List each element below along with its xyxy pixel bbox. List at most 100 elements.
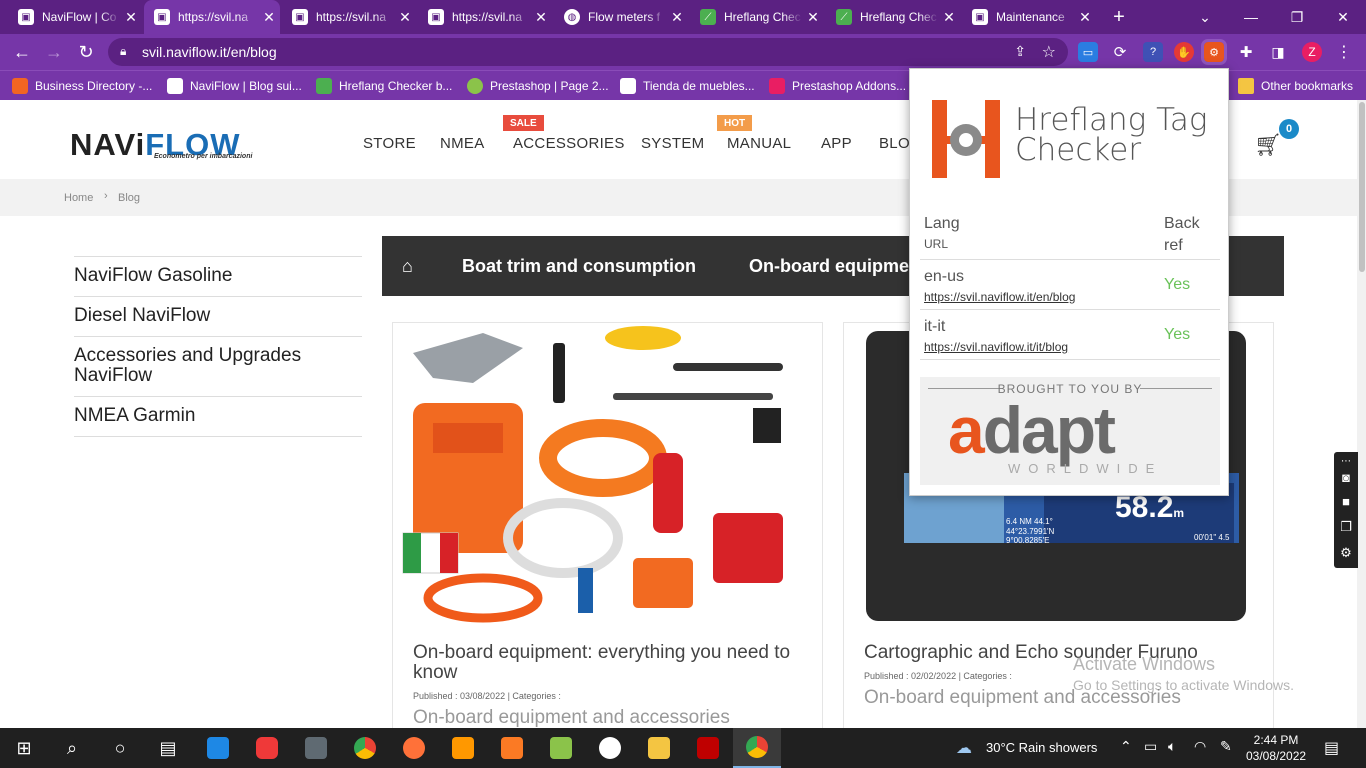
- restore-button[interactable]: ❐: [1274, 0, 1320, 34]
- tab-strip: ▣ NaviFlow | Co ✕ ▣ https://svil.na ✕ ▣ …: [0, 0, 1366, 34]
- col-backref: Back ref: [1164, 215, 1200, 254]
- search-icon[interactable]: ⌕: [48, 728, 96, 768]
- xampp-icon[interactable]: [488, 728, 536, 768]
- tab-svil-3[interactable]: ▣ https://svil.na ✕: [418, 0, 552, 34]
- other-bookmarks[interactable]: Other bookmarks: [1238, 76, 1353, 96]
- post-title[interactable]: On-board equipment: everything you need …: [413, 643, 813, 683]
- tab-flow-meters[interactable]: ◍ Flow meters f ✕: [554, 0, 688, 34]
- reload-button[interactable]: ↻: [74, 40, 98, 64]
- weather-status[interactable]: 30°C Rain showers: [986, 740, 1097, 755]
- bookmark-business-directory[interactable]: Business Directory -...: [12, 76, 152, 96]
- adapt-banner[interactable]: BROUGHT TO YOU BY adapt WORLDWIDE: [920, 377, 1220, 485]
- file-explorer-icon[interactable]: [635, 728, 683, 768]
- system-clock[interactable]: 2:44 PM 03/08/2022: [1246, 732, 1306, 764]
- row-url-link[interactable]: https://svil.naviflow.it/en/blog: [924, 290, 1075, 304]
- notepad-plus-icon[interactable]: [537, 728, 585, 768]
- tab-svil-2[interactable]: ▣ https://svil.na ✕: [282, 0, 416, 34]
- chevron-right-icon: ›: [104, 190, 108, 202]
- bookmark-prestashop-addons[interactable]: Prestashop Addons...: [769, 76, 906, 96]
- home-icon[interactable]: ⌂: [402, 256, 413, 277]
- close-icon[interactable]: ✕: [120, 9, 142, 26]
- windows-icon[interactable]: ❐: [1337, 518, 1355, 536]
- camera-icon[interactable]: ◙: [1337, 468, 1355, 486]
- calculator-icon[interactable]: [292, 728, 340, 768]
- scrollbar-thumb[interactable]: [1359, 102, 1365, 272]
- menu-store[interactable]: STORE: [363, 135, 416, 152]
- bookmark-star-icon[interactable]: ☆: [1042, 42, 1056, 62]
- wifi-icon[interactable]: ◠: [1194, 738, 1206, 755]
- vivaldi-icon[interactable]: [243, 728, 291, 768]
- tab-maintenance[interactable]: ▣ Maintenance ✕: [962, 0, 1096, 34]
- pen-icon[interactable]: ✎: [1220, 738, 1232, 755]
- forward-button[interactable]: →: [42, 40, 66, 64]
- sidebar-item-nmea-garmin[interactable]: NMEA Garmin: [74, 396, 362, 437]
- gear-icon[interactable]: ⚙: [1337, 544, 1355, 562]
- row-url-link[interactable]: https://svil.naviflow.it/it/blog: [924, 340, 1068, 354]
- share-icon[interactable]: ⇪: [1014, 43, 1026, 60]
- menu-blog[interactable]: BLO: [879, 135, 910, 152]
- app-icon-paint[interactable]: [586, 728, 634, 768]
- hreflang-ext-icon[interactable]: ⚙: [1201, 39, 1227, 65]
- menu-kebab-icon[interactable]: ⋮: [1334, 42, 1354, 62]
- post-category[interactable]: On-board equipment and accessories: [413, 707, 730, 728]
- sidebar-item-diesel[interactable]: Diesel NaviFlow: [74, 296, 362, 336]
- close-icon[interactable]: ✕: [666, 9, 688, 26]
- sidebar-item-gasoline[interactable]: NaviFlow Gasoline: [74, 256, 362, 296]
- col-lang: Lang: [924, 215, 960, 232]
- app-icon-remote[interactable]: [194, 728, 242, 768]
- close-icon[interactable]: ✕: [394, 9, 416, 26]
- bookmark-tienda[interactable]: Tienda de muebles...: [620, 76, 755, 96]
- category-boat-trim[interactable]: Boat trim and consumption: [462, 256, 696, 277]
- hreflang-popup: Hreflang Tag Checker Lang URL Back ref e…: [909, 68, 1229, 496]
- profile-avatar[interactable]: Z: [1302, 42, 1322, 62]
- breadcrumb-home[interactable]: Home: [64, 192, 93, 204]
- cortana-icon[interactable]: ○: [96, 728, 144, 768]
- firefox-icon[interactable]: [390, 728, 438, 768]
- bookmark-prestashop[interactable]: Prestashop | Page 2...: [467, 76, 609, 96]
- battery-icon[interactable]: ▭: [1144, 738, 1157, 755]
- volume-icon[interactable]: 🔈︎: [1168, 738, 1176, 755]
- extensions-puzzle-icon[interactable]: ✚: [1236, 42, 1256, 62]
- category-onboard-equipment[interactable]: On-board equipme: [749, 256, 909, 277]
- blog-post-card[interactable]: On-board equipment: everything you need …: [392, 322, 823, 728]
- tab-active[interactable]: ▣ https://svil.na ✕: [144, 0, 280, 34]
- bookmark-hreflang-checker[interactable]: Hreflang Checker b...: [316, 76, 452, 96]
- sync-ext-icon[interactable]: ⟳: [1110, 42, 1130, 62]
- menu-system[interactable]: SYSTEM: [641, 135, 704, 152]
- sidebar-item-accessories[interactable]: Accessories and Upgrades NaviFlow: [74, 336, 362, 396]
- address-bar[interactable]: 🔒︎ svil.naviflow.it/en/blog ⇪ ☆: [108, 38, 1068, 66]
- menu-manual[interactable]: MANUAL: [727, 135, 791, 152]
- chrome-active-icon[interactable]: [733, 728, 781, 768]
- menu-accessories[interactable]: ACCESSORIES: [513, 135, 625, 152]
- screen-capture-ext-icon[interactable]: ▭: [1078, 42, 1098, 62]
- back-button[interactable]: ←: [10, 40, 34, 64]
- minimize-button[interactable]: —: [1228, 0, 1274, 34]
- close-icon[interactable]: ✕: [258, 9, 280, 26]
- chrome-icon[interactable]: [341, 728, 389, 768]
- close-icon[interactable]: ✕: [1074, 9, 1096, 26]
- tab-hreflang-1[interactable]: ⟋ Hreflang Chec ✕: [690, 0, 824, 34]
- new-tab-button[interactable]: +: [1096, 0, 1142, 34]
- tray-chevron-icon[interactable]: ⌃: [1120, 738, 1132, 755]
- bookmark-naviflow-blog[interactable]: NaviFlow | Blog sui...: [167, 76, 302, 96]
- hand-ext-icon[interactable]: ✋: [1174, 42, 1194, 62]
- menu-nmea[interactable]: NMEA: [440, 135, 485, 152]
- tab-hreflang-2[interactable]: ⟋ Hreflang Chec ✕: [826, 0, 960, 34]
- video-icon[interactable]: ■: [1337, 492, 1355, 510]
- help-ext-icon[interactable]: ?: [1143, 42, 1163, 62]
- task-view-icon[interactable]: ▤: [144, 728, 192, 768]
- close-window-button[interactable]: ✕: [1320, 0, 1366, 34]
- close-icon[interactable]: ✕: [802, 9, 824, 26]
- close-icon[interactable]: ✕: [530, 9, 552, 26]
- filezilla-icon[interactable]: [684, 728, 732, 768]
- sublime-icon[interactable]: [439, 728, 487, 768]
- side-panel-icon[interactable]: ◨: [1268, 42, 1288, 62]
- menu-app[interactable]: APP: [821, 135, 852, 152]
- close-icon[interactable]: ✕: [938, 9, 960, 26]
- tab-search-icon[interactable]: ⌄: [1182, 0, 1228, 34]
- tab-naviflow[interactable]: ▣ NaviFlow | Co ✕: [8, 0, 142, 34]
- cart-icon[interactable]: 🛒︎: [1254, 132, 1282, 158]
- notification-icon[interactable]: ▤: [1324, 738, 1339, 758]
- weather-cloud-icon[interactable]: ☁: [956, 738, 972, 758]
- windows-start-icon[interactable]: ⊞: [0, 728, 48, 768]
